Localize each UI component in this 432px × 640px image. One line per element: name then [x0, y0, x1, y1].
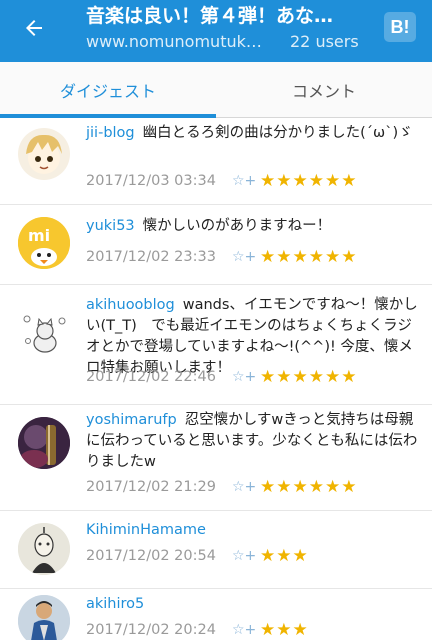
- star-rating[interactable]: ★★★★★★: [260, 477, 357, 497]
- svg-text:mi: mi: [28, 226, 50, 245]
- avatar[interactable]: mi: [18, 217, 70, 269]
- avatar[interactable]: [18, 307, 70, 359]
- add-star-button[interactable]: ☆+: [232, 479, 260, 495]
- avatar-jii-blog-icon: [26, 134, 62, 174]
- list-item: jii-blog 幽白とるろ剣の曲は分かりました(´ω`)ゞ 2017/12/03…: [0, 118, 432, 205]
- list-item: KihiminHamame 2017/12/02 20:54 ☆+ ★★★: [0, 511, 432, 589]
- list-item: mi yuki53 懐かしいのがありますねー！ 2017/12/02 23:33 …: [0, 205, 432, 285]
- comment-date: 2017/12/02 23:33: [86, 249, 216, 265]
- comment-date: 2017/12/02 21:29: [86, 479, 216, 495]
- comment-text: 懐かしいのがありますねー！: [142, 218, 332, 234]
- comment-list: jii-blog 幽白とるろ剣の曲は分かりました(´ω`)ゞ 2017/12/03…: [0, 118, 432, 640]
- bookmark-user-count[interactable]: 22 users: [290, 32, 359, 51]
- comment-date: 2017/12/02 22:46: [86, 369, 216, 385]
- comment-username[interactable]: jii-blog: [86, 125, 135, 141]
- avatar-akihuooblog-icon: [18, 307, 70, 359]
- app-bar: 音楽は良い！第４弾！あな… www.nomunomutuk… 22 users …: [0, 0, 432, 62]
- comment-date: 2017/12/03 03:34: [86, 173, 216, 189]
- title-block: 音楽は良い！第４弾！あな… www.nomunomutuk… 22 users: [86, 2, 376, 51]
- avatar[interactable]: [18, 417, 70, 469]
- star-rating[interactable]: ★★★★★★: [260, 171, 357, 191]
- avatar[interactable]: [18, 595, 70, 640]
- tab-bar: ダイジェスト コメント: [0, 62, 432, 118]
- comment-username[interactable]: akihiro5: [86, 596, 144, 612]
- comment-text: 幽白とるろ剣の曲は分かりました(´ω`)ゞ: [142, 125, 413, 141]
- comment-username[interactable]: yoshimarufp: [86, 412, 177, 428]
- comment-username[interactable]: KihiminHamame: [86, 522, 206, 538]
- star-rating[interactable]: ★★★★★★: [260, 247, 357, 267]
- add-star-button[interactable]: ☆+: [232, 622, 260, 638]
- star-rating[interactable]: ★★★: [260, 546, 309, 566]
- avatar-yuki53-icon: mi: [18, 217, 70, 269]
- avatar[interactable]: [18, 128, 70, 180]
- list-item: akihuooblog wands、イエモンですね〜！懐かしい(T_T) でも最近…: [0, 285, 432, 405]
- entry-title: 音楽は良い！第４弾！あな…: [86, 5, 334, 27]
- tab-comments[interactable]: コメント: [216, 62, 432, 117]
- list-item: yoshimarufp 忍空懐かしすwきっと気持ちは母親に伝わっていると思います。…: [0, 405, 432, 511]
- list-item: akihiro5 2017/12/02 20:24 ☆+ ★★★: [0, 589, 432, 640]
- entry-domain[interactable]: www.nomunomutuk…: [86, 32, 276, 51]
- avatar-akihiro5-icon: [18, 595, 70, 640]
- avatar-kihiminhamame-icon: [18, 523, 70, 575]
- back-button[interactable]: [12, 8, 56, 48]
- add-star-button[interactable]: ☆+: [232, 548, 260, 564]
- arrow-back-icon: [26, 20, 42, 36]
- add-star-button[interactable]: ☆+: [232, 369, 260, 385]
- star-rating[interactable]: ★★★: [260, 620, 309, 640]
- hatena-bookmark-button[interactable]: B!: [384, 12, 416, 42]
- comment-username[interactable]: akihuooblog: [86, 297, 175, 313]
- comment-date: 2017/12/02 20:24: [86, 622, 216, 638]
- star-rating[interactable]: ★★★★★★: [260, 367, 357, 387]
- comment-date: 2017/12/02 20:54: [86, 548, 216, 564]
- tab-digest[interactable]: ダイジェスト: [0, 62, 216, 118]
- add-star-button[interactable]: ☆+: [232, 173, 260, 189]
- avatar-yoshimarufp-icon: [18, 417, 70, 469]
- comment-username[interactable]: yuki53: [86, 218, 135, 234]
- add-star-button[interactable]: ☆+: [232, 249, 260, 265]
- avatar[interactable]: [18, 523, 70, 575]
